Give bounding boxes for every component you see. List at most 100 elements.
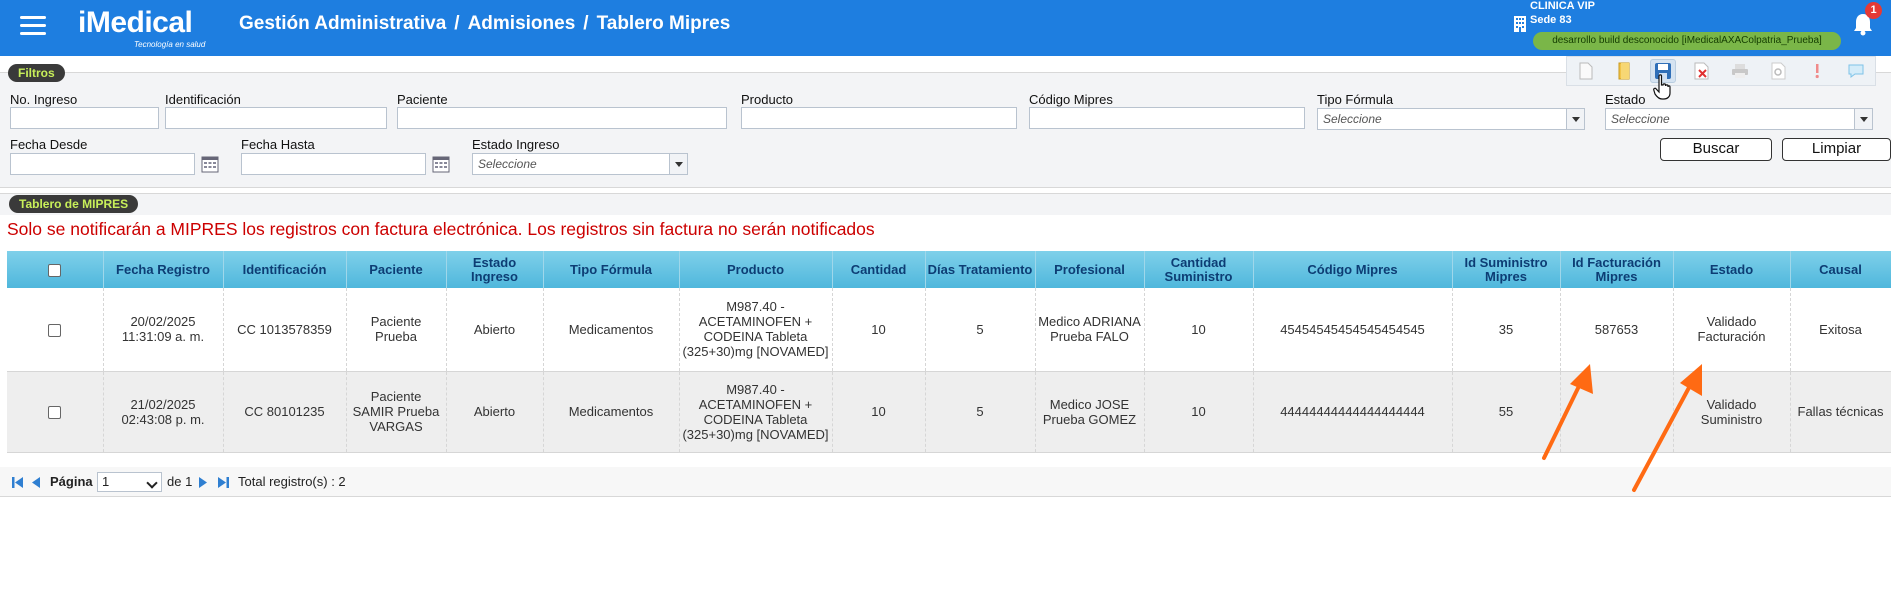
calendar-icon[interactable]: [201, 155, 219, 173]
cell-fecha: 20/02/2025 11:31:09 a. m.: [103, 288, 224, 372]
tablero-panel-title: Tablero de MIPRES: [9, 195, 139, 213]
cell-cantidad: 10: [832, 371, 926, 453]
page-select-value: 1: [102, 474, 110, 489]
cell-fecha: 21/02/2025 02:43:08 p. m.: [103, 371, 224, 453]
identificacion-input[interactable]: [165, 107, 387, 129]
tablero-panel-header: [0, 193, 1891, 215]
tipo-formula-select[interactable]: Seleccione: [1317, 108, 1585, 130]
annotation-arrow-icon: [1632, 364, 1702, 492]
print-icon[interactable]: [1727, 59, 1753, 83]
cell-codigo-mipres: 44444444444444444444: [1253, 371, 1453, 453]
last-page-icon[interactable]: [217, 476, 230, 489]
column-header[interactable]: Id Facturación Mipres: [1560, 251, 1674, 288]
cell-producto: M987.40 - ACETAMINOFEN + CODEINA Tableta…: [679, 288, 833, 372]
cell-causal: Exitosa: [1790, 288, 1891, 372]
estado-label: Estado: [1605, 92, 1646, 107]
page-count-label: de 1: [167, 474, 193, 489]
limpiar-button[interactable]: Limpiar: [1782, 138, 1891, 161]
first-page-icon[interactable]: [11, 476, 24, 489]
chevron-down-icon[interactable]: [669, 154, 687, 174]
cell-paciente: Paciente Prueba: [346, 288, 447, 372]
column-header[interactable]: Días Tratamiento: [925, 251, 1036, 288]
menu-icon[interactable]: [20, 16, 46, 38]
comment-icon[interactable]: [1843, 59, 1869, 83]
cell-id-facturacion: 587653: [1560, 288, 1674, 372]
row-select-cell[interactable]: [7, 288, 104, 372]
producto-input[interactable]: [741, 107, 1017, 129]
estado-ingreso-select[interactable]: Seleccione: [472, 153, 688, 175]
page-select[interactable]: 1: [97, 472, 162, 492]
column-header[interactable]: Id Suministro Mipres: [1452, 251, 1561, 288]
row-checkbox[interactable]: [48, 406, 62, 420]
row-checkbox[interactable]: [48, 323, 62, 337]
pager: Página 1 de 1 Total registro(s) : 2: [0, 467, 1891, 497]
folder-icon[interactable]: [1612, 59, 1638, 83]
column-header[interactable]: Profesional: [1035, 251, 1145, 288]
cell-dias: 5: [925, 288, 1036, 372]
breadcrumb-item[interactable]: Admisiones: [468, 13, 576, 34]
estado-ingreso-label: Estado Ingreso: [472, 137, 560, 152]
calendar-icon[interactable]: [432, 155, 450, 173]
cell-cant-suministro: 10: [1144, 288, 1254, 372]
cell-estado-ingreso: Abierto: [446, 288, 544, 372]
logo[interactable]: iMedical Tecnología en salud: [78, 4, 218, 52]
column-header[interactable]: Fecha Registro: [103, 251, 224, 288]
column-header[interactable]: Producto: [679, 251, 833, 288]
table-row[interactable]: 20/02/2025 11:31:09 a. m. CC 1013578359 …: [7, 288, 1891, 372]
total-records: Total registro(s) : 2: [238, 474, 346, 489]
tipo-formula-label: Tipo Fórmula: [1317, 92, 1394, 107]
column-header[interactable]: Cantidad Suministro: [1144, 251, 1254, 288]
producto-label: Producto: [741, 92, 794, 107]
logo-tagline: Tecnología en salud: [134, 40, 206, 49]
previous-page-icon[interactable]: [31, 476, 41, 489]
sede-name: Sede 83: [1530, 14, 1572, 26]
paciente-label: Paciente: [397, 92, 448, 107]
alert-icon[interactable]: [1804, 59, 1830, 83]
filters-panel-title: Filtros: [8, 64, 65, 82]
identificacion-label: Identificación: [165, 92, 241, 107]
fecha-hasta-label: Fecha Hasta: [241, 137, 315, 152]
estado-value: Seleccione: [1611, 112, 1670, 126]
cell-cantidad: 10: [832, 288, 926, 372]
breadcrumb-item[interactable]: Gestión Administrativa: [239, 13, 446, 34]
chevron-down-icon[interactable]: [1854, 109, 1872, 129]
cell-profesional: Medico JOSE Prueba GOMEZ: [1035, 371, 1145, 453]
next-page-icon[interactable]: [198, 476, 208, 489]
clinic-name: CLINICA VIP: [1530, 0, 1595, 12]
column-header[interactable]: Estado Ingreso: [446, 251, 544, 288]
cell-producto: M987.40 - ACETAMINOFEN + CODEINA Tableta…: [679, 371, 833, 453]
no-ingreso-input[interactable]: [10, 107, 159, 129]
cell-identificacion: CC 1013578359: [223, 288, 347, 372]
cell-tipo-formula: Medicamentos: [543, 288, 680, 372]
breadcrumb: Gestión Administrativa / Admisiones / Tabler…: [239, 13, 730, 35]
column-header[interactable]: Código Mipres: [1253, 251, 1453, 288]
column-header[interactable]: Causal: [1790, 251, 1891, 288]
page-label: Página: [50, 474, 93, 489]
fecha-hasta-input[interactable]: [241, 153, 426, 175]
cell-tipo-formula: Medicamentos: [543, 371, 680, 453]
buscar-button[interactable]: Buscar: [1660, 138, 1772, 161]
preview-icon[interactable]: [1766, 59, 1792, 83]
fecha-desde-label: Fecha Desde: [10, 137, 88, 152]
hand-cursor-icon: [1653, 74, 1671, 100]
column-header[interactable]: Identificación: [223, 251, 347, 288]
estado-select[interactable]: Seleccione: [1605, 108, 1873, 130]
chevron-down-icon[interactable]: [1566, 109, 1584, 129]
paciente-input[interactable]: [397, 107, 727, 129]
cell-paciente: Paciente SAMIR Prueba VARGAS: [346, 371, 447, 453]
column-header[interactable]: Tipo Fórmula: [543, 251, 680, 288]
no-ingreso-label: No. Ingreso: [10, 92, 78, 107]
cancel-icon[interactable]: [1689, 59, 1715, 83]
column-header[interactable]: Paciente: [346, 251, 447, 288]
column-header[interactable]: Estado: [1673, 251, 1791, 288]
top-header: iMedical Tecnología en salud Gestión Adm…: [0, 0, 1891, 56]
column-header[interactable]: Cantidad: [832, 251, 926, 288]
row-select-cell[interactable]: [7, 371, 104, 453]
codigo-mipres-input[interactable]: [1029, 107, 1305, 129]
new-doc-icon[interactable]: [1573, 59, 1599, 83]
select-all-checkbox[interactable]: [48, 263, 62, 277]
annotation-arrow-icon: [1542, 364, 1593, 460]
building-icon: [1514, 16, 1526, 32]
select-all-header[interactable]: [7, 251, 104, 288]
fecha-desde-input[interactable]: [10, 153, 195, 175]
